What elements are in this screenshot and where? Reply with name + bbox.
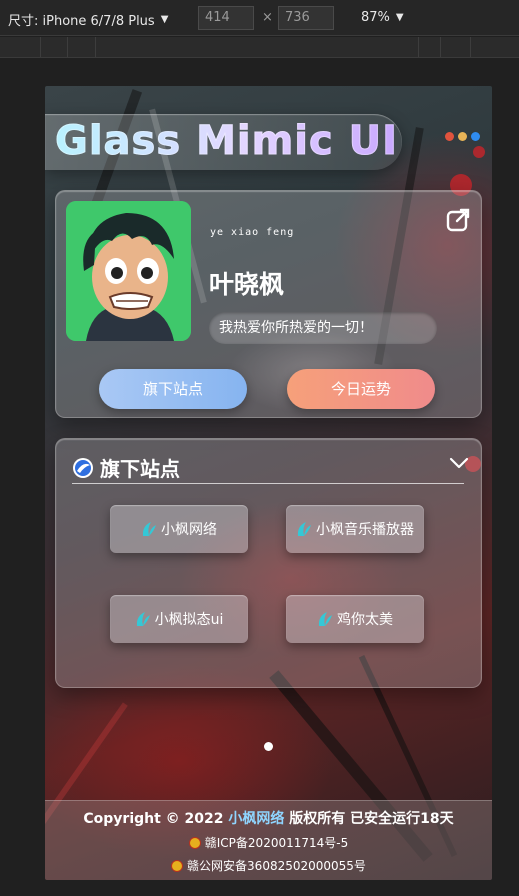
- site-link-neumorphic-ui[interactable]: 小枫拟态ui: [110, 595, 248, 643]
- leaf-logo-icon: [142, 522, 156, 536]
- device-select-label: 尺寸: iPhone 6/7/8 Plus: [8, 14, 155, 29]
- profile-card: ye xiao feng 叶晓枫 我热爱你所热爱的一切！ 旗下站点 今日运势: [55, 190, 482, 418]
- brand-link[interactable]: 小枫网络: [228, 811, 284, 827]
- daily-fortune-button[interactable]: 今日运势: [287, 369, 435, 409]
- avatar: [66, 201, 191, 341]
- motto: 我热爱你所热爱的一切！: [209, 312, 437, 344]
- username: 叶晓枫: [209, 270, 285, 299]
- device-select[interactable]: 尺寸: iPhone 6/7/8 Plus ▼: [8, 10, 168, 29]
- dropdown-arrow-icon: ▼: [395, 12, 404, 23]
- globe-icon: [73, 457, 93, 478]
- copyright-prefix: Copyright © 2022: [83, 811, 229, 827]
- chevron-down-icon[interactable]: [449, 455, 469, 471]
- window-dot-red[interactable]: [445, 132, 454, 141]
- app-title-bar: Glass Mimic UI: [45, 114, 402, 170]
- site-link-jinitaimei[interactable]: 鸡你太美: [286, 595, 424, 643]
- copyright-line: Copyright © 2022 小枫网络 版权所有 已安全运行18天: [45, 808, 492, 828]
- copyright-suffix: 版权所有 已安全运行18天: [284, 811, 454, 827]
- sites-title: 旗下站点: [100, 457, 180, 481]
- devtools-toolbar: 尺寸: iPhone 6/7/8 Plus ▼ 414 × 736 87% ▼: [0, 0, 519, 36]
- sites-card: 旗下站点 小枫网络 小枫音乐播放器 小枫拟态ui 鸡你太美: [55, 438, 482, 688]
- site-link-xiaofeng-network[interactable]: 小枫网络: [110, 505, 248, 553]
- window-dot-yellow[interactable]: [458, 132, 467, 141]
- site-label: 鸡你太美: [337, 612, 393, 628]
- police-record-text: 赣公网安备36082502000055号: [187, 859, 366, 873]
- viewport-width-input[interactable]: 414: [198, 6, 254, 30]
- icp-text: 赣ICP备2020011714号-5: [204, 836, 349, 850]
- site-link-music-player[interactable]: 小枫音乐播放器: [286, 505, 424, 553]
- police-badge-icon: [171, 859, 184, 872]
- sites-header[interactable]: 旗下站点: [72, 453, 180, 482]
- zoom-select[interactable]: 87% ▼: [361, 10, 404, 25]
- sites-button[interactable]: 旗下站点: [99, 369, 247, 409]
- site-label: 小枫拟态ui: [154, 612, 224, 628]
- carousel-indicator-dot[interactable]: [264, 742, 273, 751]
- leaf-logo-icon: [318, 612, 332, 626]
- site-footer: Copyright © 2022 小枫网络 版权所有 已安全运行18天 赣ICP…: [45, 800, 492, 880]
- emblem-icon: [188, 836, 201, 849]
- username-romanized: ye xiao feng: [210, 227, 295, 238]
- media-query-ruler: [0, 37, 519, 58]
- app-title: Glass Mimic UI: [55, 118, 398, 165]
- avatar-image: [66, 201, 191, 341]
- site-label: 小枫网络: [161, 522, 217, 538]
- dropdown-arrow-icon: ▼: [160, 14, 169, 25]
- leaf-logo-icon: [297, 522, 311, 536]
- window-dots: [445, 132, 480, 141]
- icp-line[interactable]: 赣ICP备2020011714号-5: [45, 834, 492, 851]
- divider: [72, 483, 464, 484]
- dimension-separator: ×: [262, 10, 273, 25]
- site-label: 小枫音乐播放器: [316, 522, 414, 538]
- external-link-icon[interactable]: [445, 207, 471, 233]
- viewport-height-input[interactable]: 736: [278, 6, 334, 30]
- window-dot-blue[interactable]: [471, 132, 480, 141]
- phone-viewport: Glass Mimic UI ye xiao feng 叶晓枫 我热爱你所热爱的…: [45, 86, 492, 880]
- leaf-logo-icon: [136, 612, 150, 626]
- zoom-label: 87%: [361, 10, 390, 25]
- police-record-line[interactable]: 赣公网安备36082502000055号: [45, 857, 492, 874]
